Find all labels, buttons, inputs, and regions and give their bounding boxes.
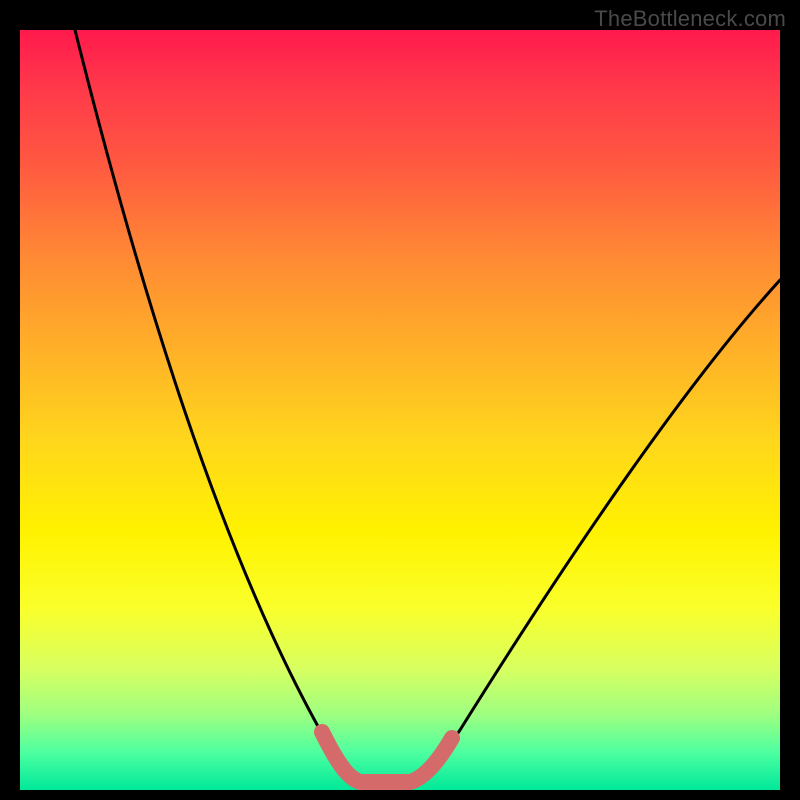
watermark-text: TheBottleneck.com (594, 6, 786, 32)
plot-area (20, 30, 780, 790)
bottleneck-chart (20, 30, 780, 790)
bottleneck-curve-path (75, 30, 780, 782)
optimal-band-path (322, 732, 452, 782)
chart-frame (10, 30, 790, 790)
